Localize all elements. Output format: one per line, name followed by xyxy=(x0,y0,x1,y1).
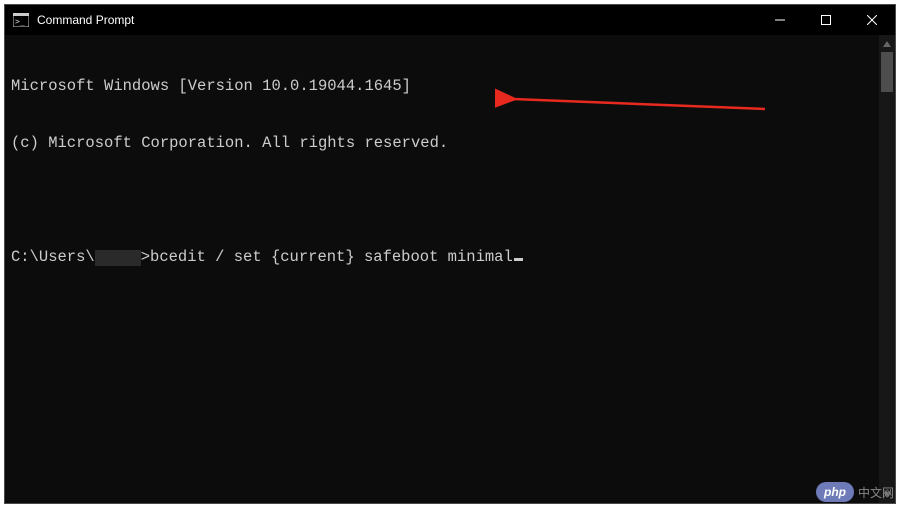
command-prompt-window: >_ Command Prompt Microsoft Windows [Ver… xyxy=(4,4,896,504)
vertical-scrollbar[interactable] xyxy=(879,35,895,503)
watermark-text: 中文网 xyxy=(858,484,894,501)
minimize-button[interactable] xyxy=(757,5,803,35)
terminal-area: Microsoft Windows [Version 10.0.19044.16… xyxy=(5,35,895,503)
watermark: php 中文网 xyxy=(816,482,894,502)
window-controls xyxy=(757,5,895,35)
cmd-icon: >_ xyxy=(13,13,29,27)
typed-command: bcedit / set {current} safeboot minimal xyxy=(150,248,513,267)
blank-line xyxy=(11,191,873,210)
window-title: Command Prompt xyxy=(37,13,134,27)
redacted-username xyxy=(95,250,141,266)
titlebar[interactable]: >_ Command Prompt xyxy=(5,5,895,35)
scroll-thumb[interactable] xyxy=(881,52,893,92)
maximize-button[interactable] xyxy=(803,5,849,35)
cursor xyxy=(514,258,523,261)
close-button[interactable] xyxy=(849,5,895,35)
terminal-content[interactable]: Microsoft Windows [Version 10.0.19044.16… xyxy=(5,35,879,503)
prompt-prefix: C:\Users\ xyxy=(11,248,95,267)
php-badge: php xyxy=(816,482,854,502)
titlebar-left: >_ Command Prompt xyxy=(5,13,134,27)
prompt-suffix: > xyxy=(141,248,150,267)
svg-text:>_: >_ xyxy=(15,17,25,26)
banner-line-2: (c) Microsoft Corporation. All rights re… xyxy=(11,134,873,153)
scroll-up-arrow-icon[interactable] xyxy=(879,35,895,52)
banner-line-1: Microsoft Windows [Version 10.0.19044.16… xyxy=(11,77,873,96)
prompt-line: C:\Users\ >bcedit / set {current} safeboo… xyxy=(11,248,873,267)
